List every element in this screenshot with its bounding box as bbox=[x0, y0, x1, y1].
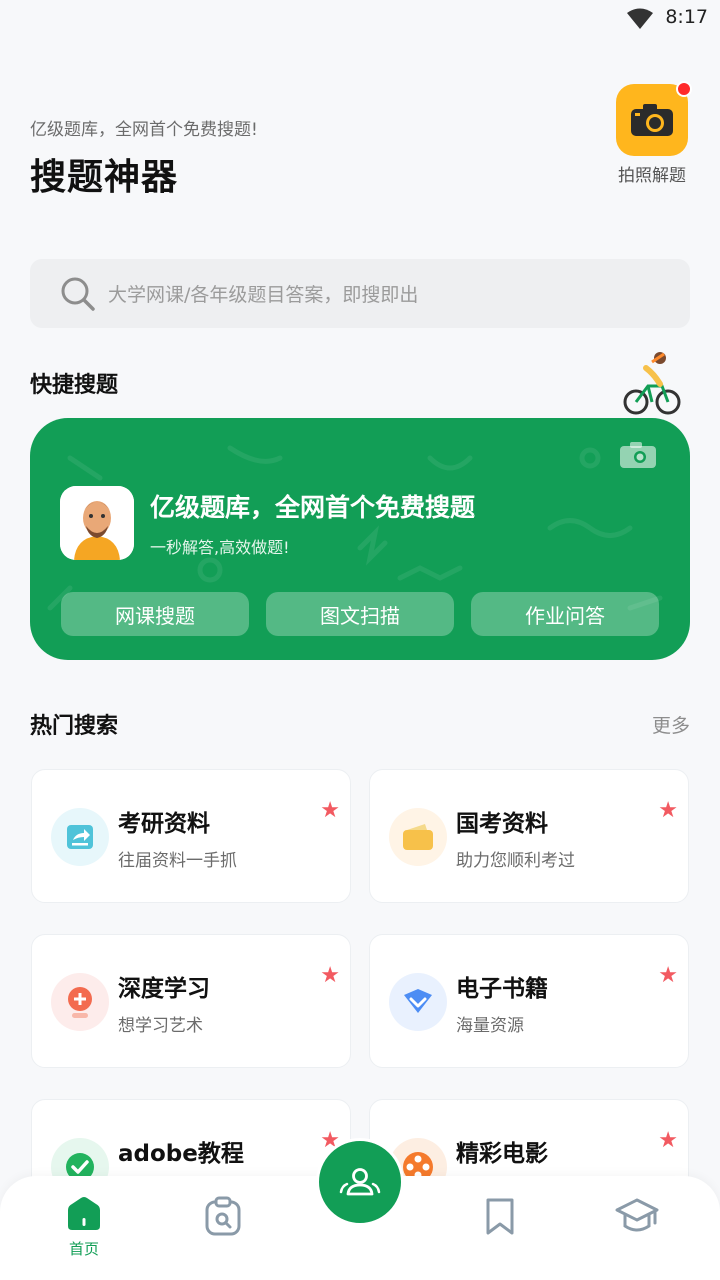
bookmark-icon bbox=[486, 1198, 514, 1235]
graduation-cap-icon bbox=[615, 1198, 659, 1232]
notification-dot bbox=[676, 81, 692, 97]
card-title: 亿级题库，全网首个免费搜题 bbox=[150, 493, 476, 522]
wallet-icon bbox=[389, 808, 447, 866]
hot-item-name: 考研资料 bbox=[118, 811, 210, 837]
hot-item-deep-learning[interactable]: 深度学习 想学习艺术 ★ bbox=[31, 934, 351, 1068]
hot-item-ebooks[interactable]: 电子书籍 海量资源 ★ bbox=[369, 934, 689, 1068]
hot-item-name: 精彩电影 bbox=[456, 1141, 548, 1167]
hot-item-name: 电子书籍 bbox=[456, 976, 548, 1002]
search-icon bbox=[61, 277, 95, 311]
photo-solve-label[interactable]: 拍照解题 bbox=[612, 161, 692, 186]
diamond-icon bbox=[389, 973, 447, 1031]
star-icon: ★ bbox=[320, 798, 340, 823]
star-icon: ★ bbox=[320, 963, 340, 988]
hot-search-title: 热门搜索 bbox=[30, 714, 119, 739]
header-subtitle: 亿级题库，全网首个免费搜题! bbox=[30, 120, 258, 140]
star-icon: ★ bbox=[658, 798, 678, 823]
online-course-search-button[interactable]: 网课搜题 bbox=[61, 592, 249, 636]
tab-search[interactable] bbox=[188, 1196, 258, 1266]
hot-item-name: adobe教程 bbox=[118, 1141, 244, 1167]
people-icon bbox=[339, 1168, 381, 1196]
hot-item-guokao[interactable]: 国考资料 助力您顺利考过 ★ bbox=[369, 769, 689, 903]
card-subtitle: 一秒解答,高效做题! bbox=[150, 538, 290, 557]
star-icon: ★ bbox=[658, 963, 678, 988]
page-title: 搜题神器 bbox=[30, 157, 179, 198]
hot-item-name: 深度学习 bbox=[118, 976, 210, 1002]
photo-solve-button[interactable] bbox=[616, 81, 692, 156]
clipboard-search-icon bbox=[205, 1196, 241, 1236]
cyclist-illustration bbox=[623, 352, 681, 415]
homework-qa-button[interactable]: 作业问答 bbox=[471, 592, 659, 636]
hot-item-kaoyan[interactable]: 考研资料 往届资料一手抓 ★ bbox=[31, 769, 351, 903]
tab-bookmarks[interactable] bbox=[465, 1196, 535, 1266]
wifi-icon bbox=[627, 8, 653, 29]
mascot-avatar bbox=[60, 486, 134, 560]
hot-item-name: 国考资料 bbox=[456, 811, 548, 837]
hot-item-desc: 往届资料一手抓 bbox=[118, 851, 237, 871]
tab-home-label: 首页 bbox=[68, 1240, 99, 1258]
community-fab-button[interactable] bbox=[316, 1138, 404, 1226]
status-bar: 8:17 bbox=[0, 0, 720, 36]
quick-search-card[interactable]: 亿级题库，全网首个免费搜题 一秒解答,高效做题! 网课搜题 图文扫描 作业问答 bbox=[30, 418, 690, 660]
tab-learning[interactable] bbox=[602, 1196, 672, 1266]
star-icon: ★ bbox=[658, 1128, 678, 1153]
search-input[interactable]: 大学网课/各年级题目答案，即搜即出 bbox=[30, 259, 690, 328]
plus-user-icon bbox=[51, 973, 109, 1031]
search-placeholder: 大学网课/各年级题目答案，即搜即出 bbox=[108, 284, 419, 306]
hot-item-desc: 助力您顺利考过 bbox=[456, 851, 575, 871]
document-share-icon bbox=[51, 808, 109, 866]
image-scan-button[interactable]: 图文扫描 bbox=[266, 592, 454, 636]
more-link[interactable]: 更多 bbox=[652, 711, 690, 738]
hot-item-desc: 想学习艺术 bbox=[118, 1016, 203, 1036]
tab-home[interactable]: 首页 bbox=[49, 1196, 119, 1266]
camera-outline-icon[interactable] bbox=[618, 440, 658, 470]
hot-item-desc: 海量资源 bbox=[456, 1016, 524, 1036]
home-icon bbox=[68, 1197, 100, 1230]
status-time: 8:17 bbox=[665, 6, 708, 28]
quick-search-title: 快捷搜题 bbox=[30, 373, 119, 398]
camera-icon bbox=[631, 104, 673, 136]
